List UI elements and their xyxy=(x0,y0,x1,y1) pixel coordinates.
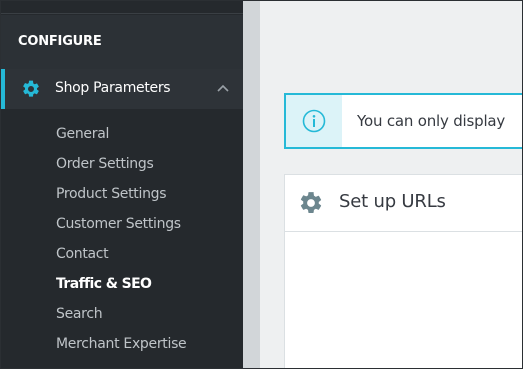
alert-icon-box xyxy=(286,95,342,147)
active-indicator xyxy=(1,69,5,109)
app-window: CONFIGURE Shop Parameters General Order … xyxy=(0,0,523,369)
sidebar-subitem-general[interactable]: General xyxy=(56,126,109,142)
card-header: Set up URLs xyxy=(285,175,522,232)
card-title: Set up URLs xyxy=(339,191,446,212)
sidebar-subitem-product-settings[interactable]: Product Settings xyxy=(56,186,167,202)
sidebar: CONFIGURE Shop Parameters General Order … xyxy=(1,1,243,368)
sidebar-item-label: Shop Parameters xyxy=(55,80,171,96)
sidebar-gutter xyxy=(243,1,260,368)
sidebar-divider xyxy=(1,13,243,14)
sidebar-subitem-merchant-expertise[interactable]: Merchant Expertise xyxy=(56,336,187,352)
chevron-up-icon[interactable] xyxy=(216,81,230,95)
info-alert: You can only display xyxy=(284,93,522,149)
section-header-configure: CONFIGURE xyxy=(18,34,102,49)
gear-icon xyxy=(298,190,324,216)
sidebar-subitem-customer-settings[interactable]: Customer Settings xyxy=(56,216,181,232)
setup-urls-card: Set up URLs xyxy=(284,174,522,368)
sidebar-subitem-contact[interactable]: Contact xyxy=(56,246,109,262)
info-icon xyxy=(302,109,326,133)
alert-message: You can only display xyxy=(357,112,506,130)
gear-icon xyxy=(21,79,41,99)
sidebar-subitem-search[interactable]: Search xyxy=(56,306,103,322)
main-content: You can only display Set up URLs xyxy=(260,1,522,368)
sidebar-item-shop-parameters[interactable]: Shop Parameters xyxy=(1,69,243,109)
sidebar-subitem-order-settings[interactable]: Order Settings xyxy=(56,156,154,172)
sidebar-subitem-traffic-seo[interactable]: Traffic & SEO xyxy=(56,276,152,292)
